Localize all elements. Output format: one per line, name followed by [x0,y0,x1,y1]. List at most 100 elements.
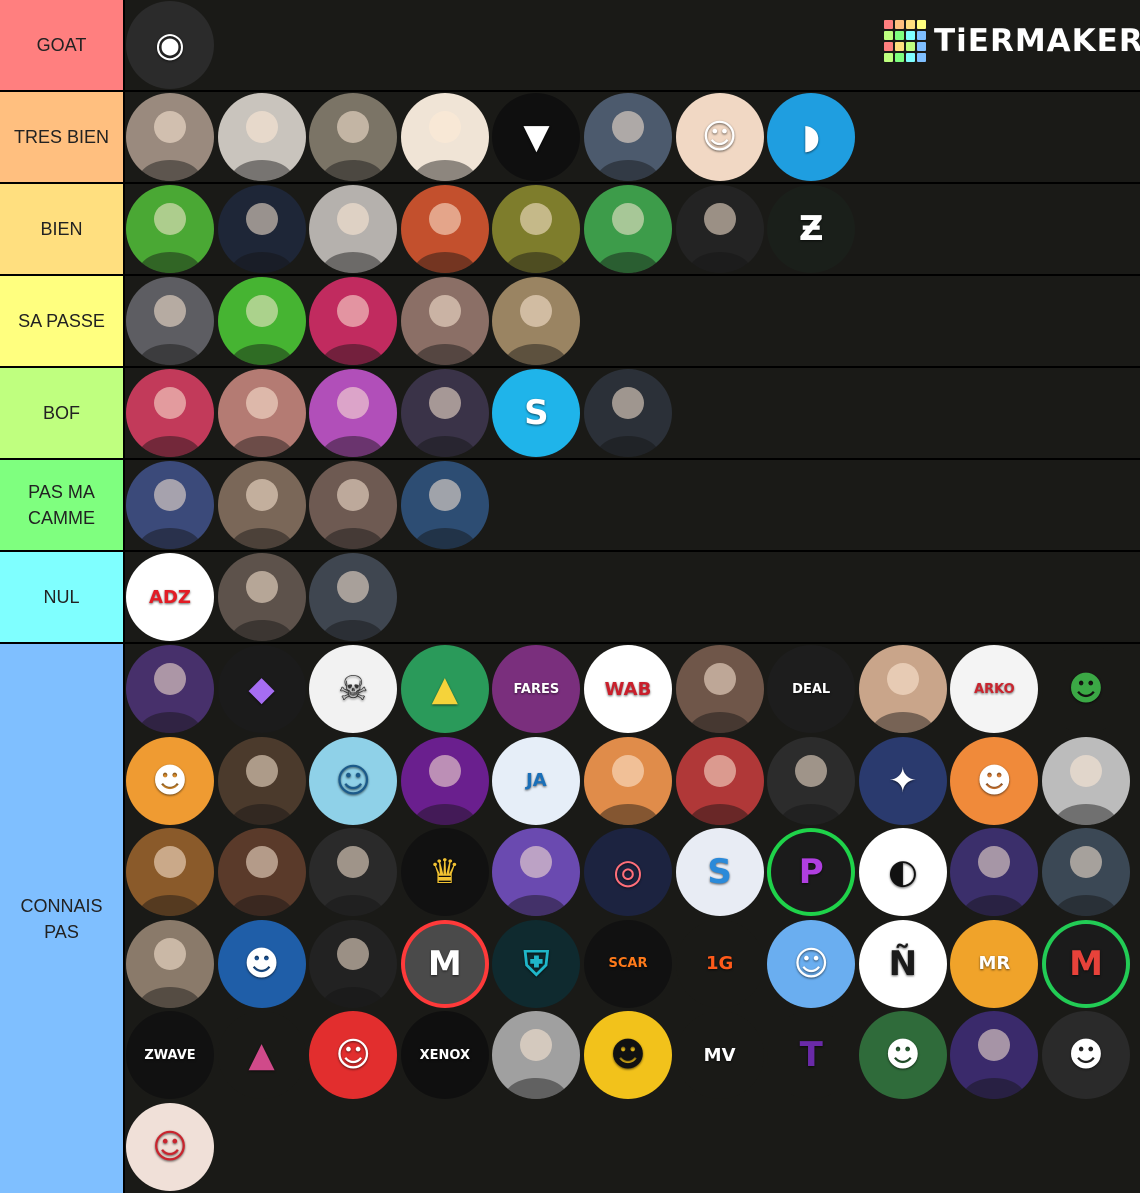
group-photo-icon[interactable] [217,736,306,825]
1g-logo-icon[interactable]: 1G [675,919,764,1008]
person-photo-icon[interactable] [492,1011,581,1100]
person-mask-photo-icon[interactable] [1042,828,1130,917]
wolf-logo-icon[interactable]: ▼ [492,93,581,181]
tier-label[interactable]: GOAT [0,0,123,90]
person-photo-icon[interactable] [400,736,489,825]
person-photo-icon[interactable] [950,1011,1039,1100]
space-logo-icon[interactable]: ✦ [858,736,947,825]
person-photo-icon[interactable] [309,828,398,917]
group-photo-icon[interactable] [309,93,398,181]
bearded-man-cartoon-icon[interactable]: ☻ [950,736,1039,825]
tier-items-area[interactable] [125,460,1140,550]
adz-logo-icon[interactable]: ADZ [126,553,214,641]
cartoon-person-icon[interactable]: ☺ [309,736,398,825]
tier-label[interactable]: CONNAIS PAS [0,644,123,1193]
person-photo-icon[interactable] [309,461,398,549]
tier-label[interactable]: BIEN [0,184,123,274]
teddy-bear-photo-icon[interactable] [492,277,581,365]
xenoxgaming-logo-icon[interactable]: XENOX [400,1011,489,1100]
person-headset-photo-icon[interactable] [309,277,398,365]
tier-items-area[interactable]: ADZ [125,552,1140,642]
person-photo-icon[interactable] [492,185,581,273]
person-headset-photo-icon[interactable] [400,461,489,549]
tier-items-area[interactable]: S [125,368,1140,458]
zt-logo-icon[interactable]: Ƶ [767,185,856,273]
tier-label[interactable]: BOF [0,368,123,458]
tier-items-area[interactable]: ▼ ☺ ◗ [125,92,1140,182]
cartoon-character-icon[interactable]: ☻ [1042,645,1130,733]
crow-crystal-logo-icon[interactable]: ◆ [217,645,306,733]
person-cap-photo-icon[interactable] [126,919,214,1008]
cartoon-person-icon[interactable]: ☺ [309,1011,398,1100]
person-photo-icon[interactable] [309,185,398,273]
person-cap-photo-icon[interactable] [400,185,489,273]
person-headset-photo-icon[interactable] [126,461,214,549]
person-photo-icon[interactable] [217,185,306,273]
mr-logo-icon[interactable]: MR [950,919,1039,1008]
person-photo-icon[interactable] [675,645,764,733]
child-photo-icon[interactable] [584,736,672,825]
cartoon-person-icon[interactable]: ☺ [767,919,856,1008]
person-cap-photo-icon[interactable] [400,369,489,457]
wab-tv-logo-icon[interactable]: WAB [584,645,672,733]
zwave-gaming-logo-icon[interactable]: ZWAVE [126,1011,214,1100]
rp-logo-icon[interactable]: P [767,828,856,917]
person-photo-icon[interactable] [1042,736,1130,825]
person-cap-photo-icon[interactable] [309,369,398,457]
banana-chair-logo-icon[interactable]: ▲ [400,645,489,733]
person-hat-photo-icon[interactable] [492,828,581,917]
m-logo-icon[interactable]: M [400,919,489,1008]
person-photo-icon[interactable] [675,185,764,273]
ja-logo-icon[interactable]: JA [492,736,581,825]
cartoon-character-icon[interactable] [400,93,489,181]
redhead-cartoon-icon[interactable]: ☺ [126,1103,214,1191]
cartoon-person-icon[interactable]: ☻ [584,1011,672,1100]
tier-label[interactable]: PAS MA CAMME [0,460,123,550]
arko-tv-logo-icon[interactable]: ARKO [950,645,1039,733]
tier-items-area[interactable]: Ƶ [125,184,1140,274]
sugar-skull-icon[interactable]: ☠ [309,645,398,733]
person-glasses-photo-icon[interactable] [217,461,306,549]
person-photo-icon[interactable] [584,369,672,457]
person-photo-icon[interactable] [217,369,306,457]
m-logo-icon[interactable]: M [1042,919,1130,1008]
half-face-icon[interactable]: ◐ [858,828,947,917]
s-logo-icon[interactable]: S [675,828,764,917]
tier-label[interactable]: SA PASSE [0,276,123,366]
scar-lion-logo-icon[interactable]: SCAR [584,919,672,1008]
bearded-man-cartoon-icon[interactable]: ☻ [858,1011,947,1100]
person-headset-photo-icon[interactable] [217,553,306,641]
person-cap-photo-icon[interactable] [217,277,306,365]
person-photo-icon[interactable] [858,645,947,733]
tigger-icon[interactable]: ☻ [126,736,214,825]
person-cap-photo-icon[interactable] [217,93,306,181]
person-photo-icon[interactable] [950,828,1039,917]
banana-icon[interactable]: ◗ [767,93,856,181]
fares-logo-icon[interactable]: FARES [492,645,581,733]
person-photo-icon[interactable] [400,277,489,365]
triangle-logo-icon[interactable]: ▲ [217,1011,306,1100]
person-phone-photo-icon[interactable] [767,736,856,825]
tier-items-area[interactable]: ◆ ☠ ▲ FARES WAB DEAL ARKO ☻ ☻ ☺ JA ✦ ☻ ♛ ◎ S P ◐ ☻ M ⛨ SCAR 1G… [125,644,1140,1193]
dj-photo-icon[interactable] [309,919,398,1008]
tier-items-area[interactable] [125,276,1140,366]
deal-logo-icon[interactable]: DEAL [767,645,856,733]
leopard-coat-photo-icon[interactable] [126,828,214,917]
tier-label[interactable]: NUL [0,552,123,642]
s-logo-icon[interactable]: S [492,369,581,457]
person-photo-icon[interactable] [584,93,672,181]
person-photo-icon[interactable] [217,828,306,917]
lion-logo-icon[interactable]: ♛ [400,828,489,917]
person-photo-icon[interactable] [675,736,764,825]
masked-figure-icon[interactable]: ◉ [126,1,214,89]
person-photo-icon[interactable] [126,645,214,733]
person-photo-icon[interactable] [126,93,214,181]
spartan-helmet-logo-icon[interactable]: ⛨ [492,919,581,1008]
mv-logo-icon[interactable]: MV [675,1011,764,1100]
t-logo-icon[interactable]: T [767,1011,856,1100]
n-logo-icon[interactable]: Ñ [858,919,947,1008]
bearded-man-cartoon-icon[interactable]: ☻ [217,919,306,1008]
person-headset-photo-icon[interactable] [584,185,672,273]
person-photo-icon[interactable] [126,277,214,365]
tier-label[interactable]: TRES BIEN [0,92,123,182]
